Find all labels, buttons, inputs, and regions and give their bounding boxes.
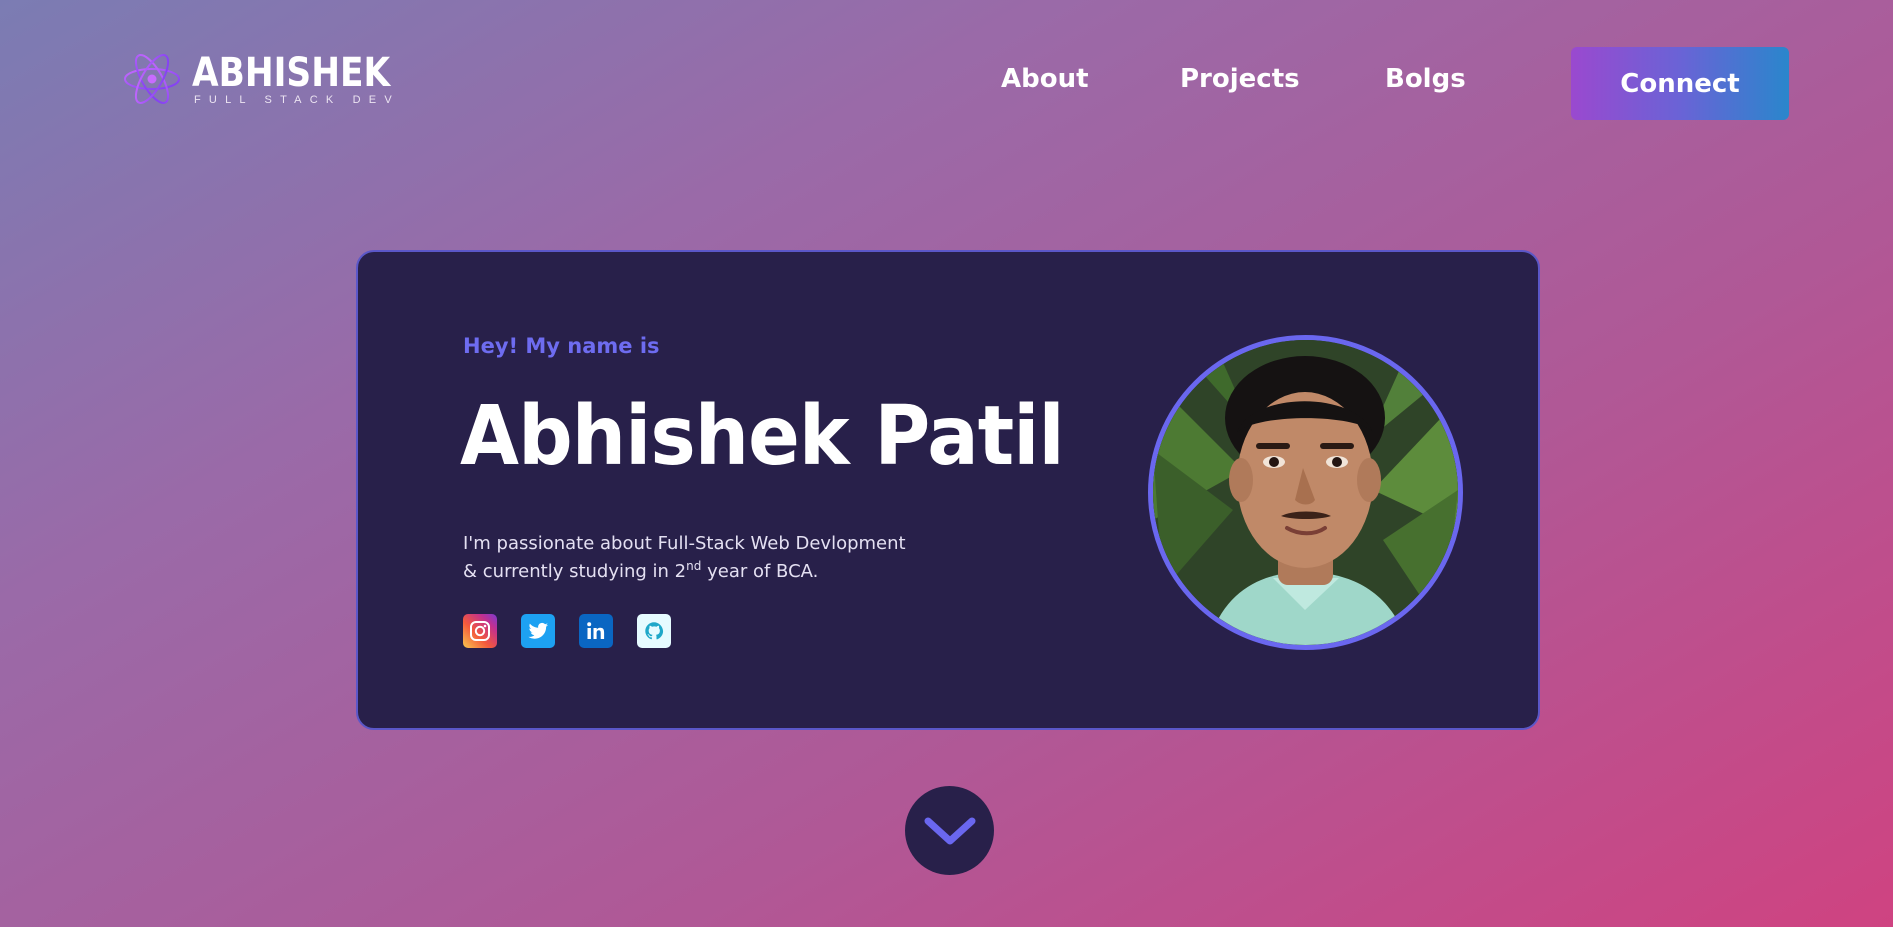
profile-photo [1148, 335, 1463, 650]
profile-photo-illustration [1153, 340, 1458, 645]
twitter-link[interactable] [521, 614, 555, 648]
bio-line-2: & currently studying in 2nd year of BCA. [463, 558, 906, 586]
github-icon [645, 622, 664, 640]
bio-line-2-prefix: & currently studying in 2 [463, 561, 687, 582]
scroll-down-button[interactable] [905, 786, 994, 875]
social-links [463, 614, 695, 648]
bio-ordinal-suffix: nd [686, 559, 702, 573]
nav-link-projects[interactable]: Projects [1180, 64, 1300, 94]
bio-line-2-suffix: year of BCA. [701, 561, 819, 582]
bio-line-1: I'm passionate about Full-Stack Web Devl… [463, 533, 906, 554]
site-header: ABHISHEK FULL STACK DEV About Projects B… [0, 0, 1893, 170]
hero-greeting: Hey! My name is [463, 334, 660, 358]
instagram-link[interactable] [463, 614, 497, 648]
hero-card: Hey! My name is Abhishek Patil I'm passi… [356, 250, 1540, 730]
linkedin-link[interactable] [579, 614, 613, 648]
nav-link-about[interactable]: About [1001, 64, 1089, 94]
github-link[interactable] [637, 614, 671, 648]
twitter-icon [528, 622, 548, 639]
instagram-icon [470, 621, 490, 641]
linkedin-icon [587, 622, 605, 639]
connect-button[interactable]: Connect [1571, 47, 1789, 120]
hero-bio: I'm passionate about Full-Stack Web Devl… [463, 530, 906, 586]
nav-link-blogs[interactable]: Bolgs [1385, 64, 1466, 94]
chevron-down-icon [924, 817, 975, 844]
hero-name: Abhishek Patil [460, 389, 1065, 484]
